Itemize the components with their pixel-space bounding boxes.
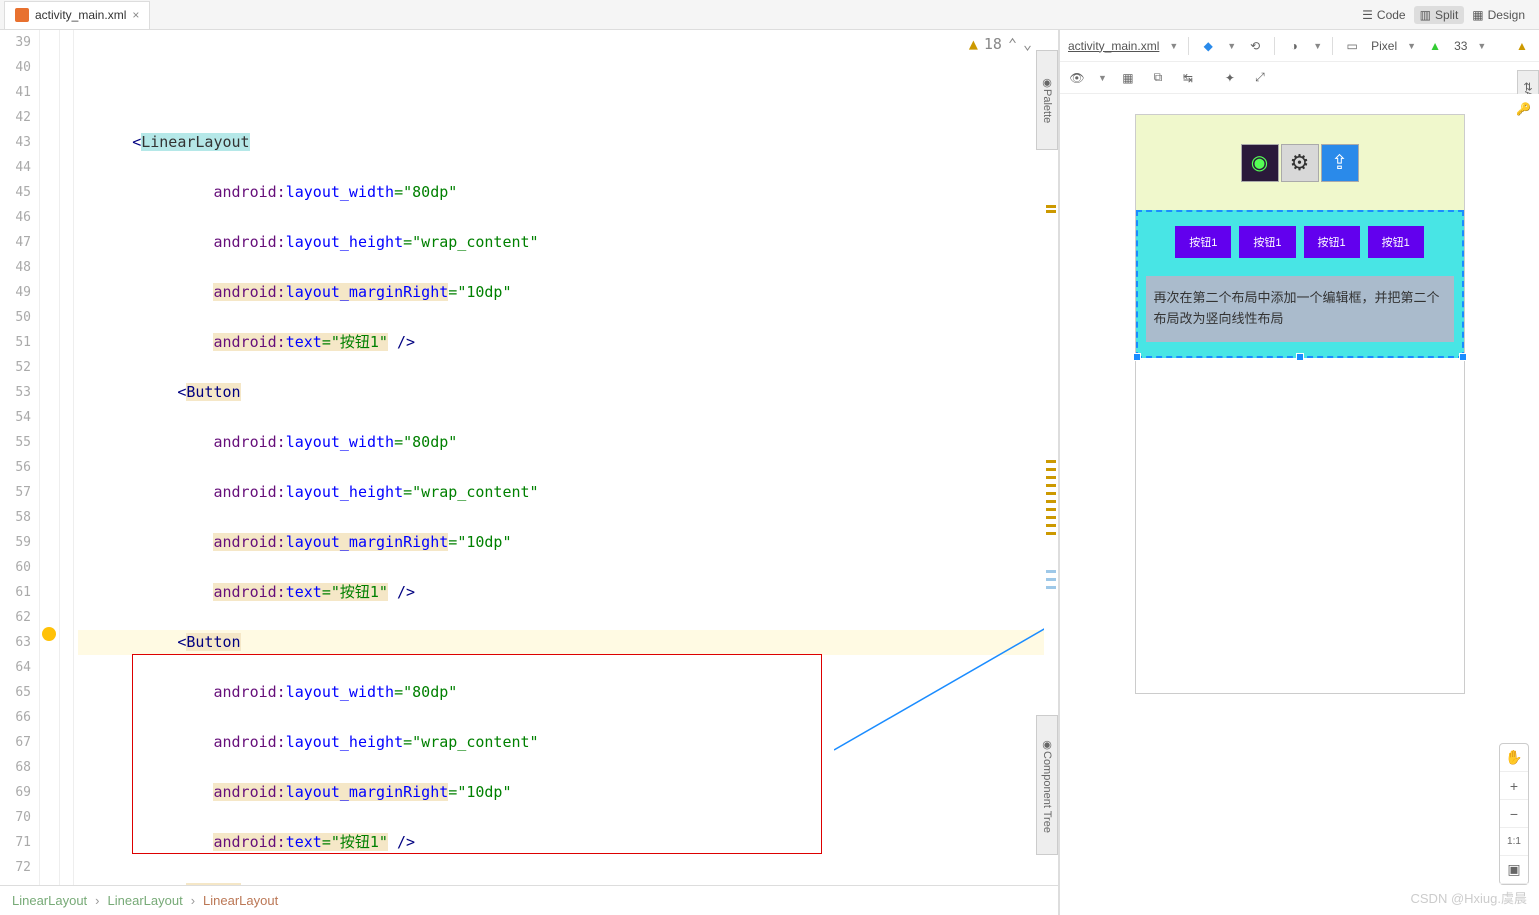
zoom-fit-button[interactable]: 1:1: [1500, 828, 1528, 856]
preview-edittext[interactable]: 再次在第二个布局中添加一个编辑框，并把第二个布局改为竖向线性布局: [1146, 276, 1454, 342]
design-pane: ◉ Palette ◉ Component Tree ⇄ Attributes …: [1059, 30, 1539, 915]
marker-gutter: [40, 30, 60, 885]
preview-button-1[interactable]: 按钮1: [1175, 226, 1231, 258]
designer-toolbar-2: 👁▼ ▦ ⧉ ↹ ✦ ⤢ ?: [1060, 62, 1539, 94]
zoom-controls: ✋ + − 1:1 ▣: [1499, 743, 1529, 885]
gear-icon: ⚙: [1281, 144, 1319, 182]
component-tree-tab[interactable]: ◉ Component Tree: [1036, 715, 1058, 855]
arrows-icon[interactable]: ✦: [1221, 69, 1239, 87]
pan-button[interactable]: ✋: [1500, 744, 1528, 772]
layers-icon[interactable]: ◆: [1199, 37, 1217, 55]
preview-button-3[interactable]: 按钮1: [1304, 226, 1360, 258]
close-tab-icon[interactable]: ×: [132, 8, 139, 22]
file-tab[interactable]: activity_main.xml ×: [4, 1, 150, 29]
resize-handle[interactable]: [1296, 353, 1304, 361]
inspection-summary[interactable]: ▲18 ⌃⌄: [963, 30, 1038, 59]
code-area[interactable]: ▲18 ⌃⌄ <<LinearLayoutLinearLayout androi…: [74, 30, 1058, 885]
tab-filename: activity_main.xml: [35, 8, 126, 22]
view-split-button[interactable]: ▥ Split: [1414, 6, 1465, 24]
view-code-button[interactable]: ☰ Code: [1356, 6, 1411, 24]
line-gutter: 3940414243444546474849505152535455565758…: [0, 30, 40, 885]
resize-handle[interactable]: [1133, 353, 1141, 361]
code-editor[interactable]: 3940414243444546474849505152535455565758…: [0, 30, 1059, 915]
preview-button-2[interactable]: 按钮1: [1239, 226, 1295, 258]
expand-icon[interactable]: ⤢: [1251, 69, 1269, 87]
zoom-in-button[interactable]: +: [1500, 772, 1528, 800]
app-icon-1: ◉: [1241, 144, 1279, 182]
resize-handle[interactable]: [1459, 353, 1467, 361]
device-label[interactable]: Pixel: [1371, 39, 1397, 53]
xml-file-icon: [15, 8, 29, 22]
preview-button-4[interactable]: 按钮1: [1368, 226, 1424, 258]
palette-tab[interactable]: ◉ Palette: [1036, 50, 1058, 150]
selected-layout[interactable]: 按钮1 按钮1 按钮1 按钮1 再次在第二个布局中添加一个编辑框，并把第二个布局…: [1136, 210, 1464, 358]
zoom-out-button[interactable]: −: [1500, 800, 1528, 828]
android-icon: ▲: [1426, 37, 1444, 55]
key-icon: 🔑: [1516, 102, 1531, 116]
tab-bar: activity_main.xml × ☰ Code ▥ Split ▦ Des…: [0, 0, 1539, 30]
share-icon: ⇪: [1321, 144, 1359, 182]
design-file-label[interactable]: activity_main.xml: [1068, 39, 1159, 53]
highlight-box: [132, 654, 822, 854]
rotate-icon[interactable]: ⟲: [1246, 37, 1264, 55]
preview-header: ◉ ⚙ ⇪: [1136, 115, 1464, 210]
designer-toolbar: activity_main.xml▼ ◆▼ ⟲ ◑▼ ▭ Pixel▼ ▲ 33…: [1060, 30, 1539, 62]
device-preview[interactable]: ◉ ⚙ ⇪ 按钮1 按钮1 按钮1 按钮1 再次在第二个布局中添加一个编辑框，并…: [1135, 114, 1465, 694]
warning-icon[interactable]: ▲: [1513, 37, 1531, 55]
zoom-frame-button[interactable]: ▣: [1500, 856, 1528, 884]
magnet-icon[interactable]: ⧉: [1149, 69, 1167, 87]
device-icon[interactable]: ▭: [1343, 37, 1361, 55]
api-label[interactable]: 33: [1454, 39, 1467, 53]
fold-gutter: [60, 30, 74, 885]
theme-icon[interactable]: ◑: [1285, 37, 1303, 55]
watermark: CSDN @Hxiug.虞晨: [1411, 888, 1528, 907]
grid-icon[interactable]: ▦: [1119, 69, 1137, 87]
eye-icon[interactable]: 👁: [1068, 69, 1086, 87]
hint-bulb-icon[interactable]: [42, 627, 56, 641]
breadcrumb[interactable]: LinearLayout› LinearLayout› LinearLayout: [0, 885, 1058, 915]
align-icon[interactable]: ↹: [1179, 69, 1197, 87]
view-design-button[interactable]: ▦ Design: [1466, 6, 1531, 24]
